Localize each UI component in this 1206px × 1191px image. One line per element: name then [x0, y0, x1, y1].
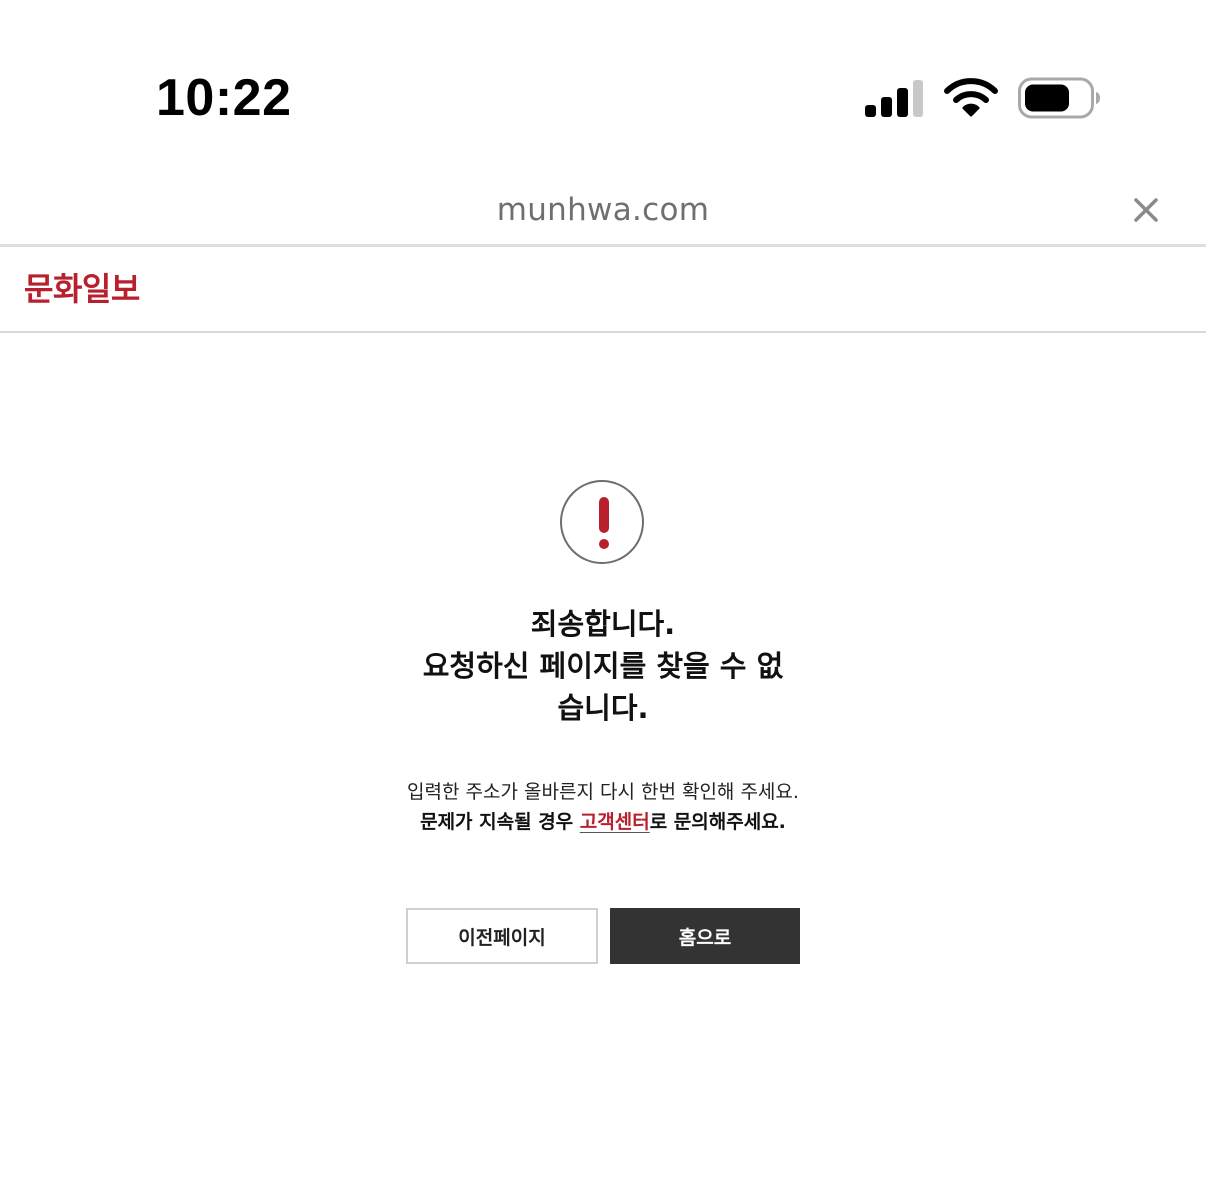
- close-button[interactable]: [1124, 188, 1168, 232]
- site-header: 문화일보: [0, 247, 1206, 333]
- screen: 10:22 munhwa.com 문화일보 죄송합니다. 요청하신 페이지를 찾…: [0, 0, 1206, 1191]
- customer-center-link[interactable]: 고객센터: [580, 811, 650, 833]
- error-description: 입력한 주소가 올바른지 다시 한번 확인해 주세요. 문제가 지속될 경우 고…: [353, 777, 853, 837]
- status-time: 10:22: [156, 69, 292, 127]
- error-description-suffix: 로 문의해주세요.: [649, 811, 786, 833]
- exclamation-circle-icon: [560, 480, 644, 564]
- error-title: 죄송합니다. 요청하신 페이지를 찾을 수 없 습니다.: [403, 603, 803, 729]
- error-panel: 죄송합니다. 요청하신 페이지를 찾을 수 없 습니다. 입력한 주소가 올바른…: [0, 333, 1206, 1191]
- url-display[interactable]: munhwa.com: [0, 188, 1206, 232]
- error-title-line: 요청하신 페이지를 찾을 수 없: [422, 649, 784, 683]
- browser-url-bar: munhwa.com: [0, 170, 1206, 247]
- battery-icon: [1018, 77, 1100, 119]
- cellular-signal-icon: [865, 80, 923, 117]
- home-button[interactable]: 홈으로: [610, 908, 800, 964]
- error-description-line1: 입력한 주소가 올바른지 다시 한번 확인해 주세요.: [407, 781, 799, 803]
- error-title-line: 죄송합니다.: [530, 607, 676, 641]
- wifi-icon: [944, 78, 998, 117]
- error-title-line: 습니다.: [557, 691, 649, 725]
- close-icon: [1134, 198, 1158, 222]
- exclamation-dot: [599, 539, 609, 549]
- previous-page-button[interactable]: 이전페이지: [406, 908, 598, 964]
- site-logo[interactable]: 문화일보: [24, 267, 140, 311]
- error-description-line2: 문제가 지속될 경우 고객센터로 문의해주세요.: [353, 807, 853, 837]
- error-description-prefix: 문제가 지속될 경우: [420, 811, 580, 833]
- exclamation-bar: [599, 497, 609, 533]
- status-bar: 10:22: [0, 0, 1206, 170]
